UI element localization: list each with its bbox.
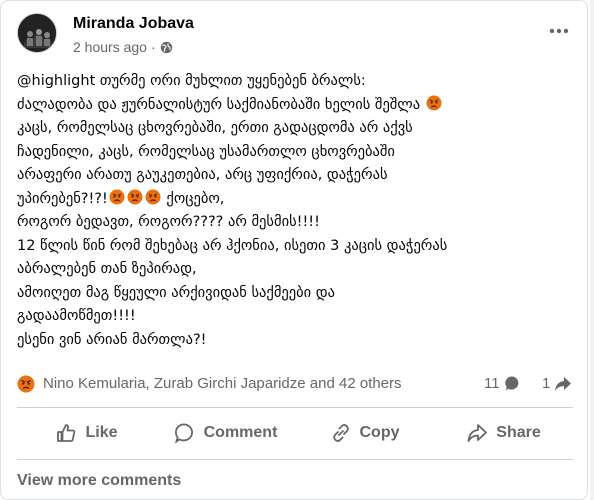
comments-count[interactable]: 11 — [484, 375, 521, 392]
post-line: ესენი ვინ არიან მართლა?! — [17, 331, 207, 348]
copy-button[interactable]: Copy — [295, 411, 434, 455]
post-card: Miranda Jobava 2 hours ago · @highlight … — [0, 0, 588, 500]
angry-face-icon — [127, 189, 143, 204]
comment-icon — [174, 423, 193, 444]
globe-icon[interactable] — [160, 41, 173, 54]
author-avatar[interactable] — [17, 13, 57, 53]
mention-link[interactable]: @highlight თურმე ორი მუხლით უყენებენ ბრა… — [17, 73, 366, 89]
link-icon — [332, 424, 349, 442]
angry-reaction-icon[interactable] — [17, 375, 35, 393]
scrollbar[interactable] — [590, 0, 594, 500]
post-line: გადაამოწმეთ!!!! — [17, 308, 136, 324]
like-button[interactable]: Like — [17, 411, 156, 455]
angry-face-icon — [109, 189, 125, 204]
comment-bubble-icon — [504, 376, 518, 391]
angry-face-icon — [145, 189, 161, 204]
post-line: როგორ ბედავთ, როგორ???? არ მესმის!!!! — [17, 214, 320, 230]
post-line: აბრალებენ თან ზეპირად, — [17, 261, 197, 277]
shares-count-value: 1 — [542, 375, 551, 392]
thumbs-up-icon — [57, 424, 76, 442]
post-line: ჩადენილი, კაცს, რომელსაც უსამართლო ცხოვრ… — [17, 143, 395, 160]
author-name[interactable]: Miranda Jobava — [73, 15, 194, 33]
angry-face-icon — [426, 95, 442, 110]
comments-count-value: 11 — [484, 375, 500, 392]
post-header: Miranda Jobava 2 hours ago · — [17, 13, 577, 65]
comment-button[interactable]: Comment — [156, 411, 295, 455]
post-line: ამოიღეთ მაგ წყეული არქივიდან საქმეები და — [17, 284, 336, 301]
post-meta: 2 hours ago · — [73, 39, 173, 55]
share-arrow-icon — [555, 376, 572, 391]
share-label: Share — [496, 424, 541, 441]
avatar-image — [18, 14, 56, 52]
post-line: ძალადობა და ჟურნალისტურ საქმიანობაში ხელ… — [17, 95, 443, 113]
post-actions: Like Comment Copy Share — [17, 411, 573, 455]
post-line: 12 წლის წინ რომ შეხებაც არ ჰქონია, ისეთი… — [17, 237, 448, 254]
reaction-names[interactable]: Nino Kemularia, Zurab Girchi Japaridze a… — [43, 375, 402, 392]
post-time[interactable]: 2 hours ago — [73, 39, 147, 55]
more-dots-icon — [549, 28, 569, 34]
share-icon — [467, 424, 488, 442]
reactions-bar: Nino Kemularia, Zurab Girchi Japaridze a… — [17, 373, 577, 397]
divider — [17, 407, 573, 408]
like-label: Like — [85, 424, 118, 441]
post-line: @highlight თურმე ორი მუხლით უყენებენ ბრა… — [17, 73, 366, 89]
view-more-comments-link[interactable]: View more comments — [17, 472, 181, 490]
post-line: კაცს, რომელსაც ცხოვრებაში, ერთი გადაცდომ… — [17, 120, 413, 136]
more-options-button[interactable] — [545, 21, 573, 41]
post-line: არაფერი არათუ გაუკეთებია, არც უფიქრია, დ… — [17, 167, 388, 183]
divider — [17, 459, 573, 460]
copy-label: Copy — [359, 424, 400, 441]
share-button[interactable]: Share — [434, 411, 573, 455]
comment-label: Comment — [203, 424, 278, 441]
meta-separator: · — [150, 39, 156, 55]
shares-count[interactable]: 1 — [542, 375, 572, 392]
post-line: უპირებენ?!?! ქოცებო, — [17, 189, 225, 207]
post-text: @highlight თურმე ორი მუხლით უყენებენ ბრა… — [17, 70, 577, 352]
